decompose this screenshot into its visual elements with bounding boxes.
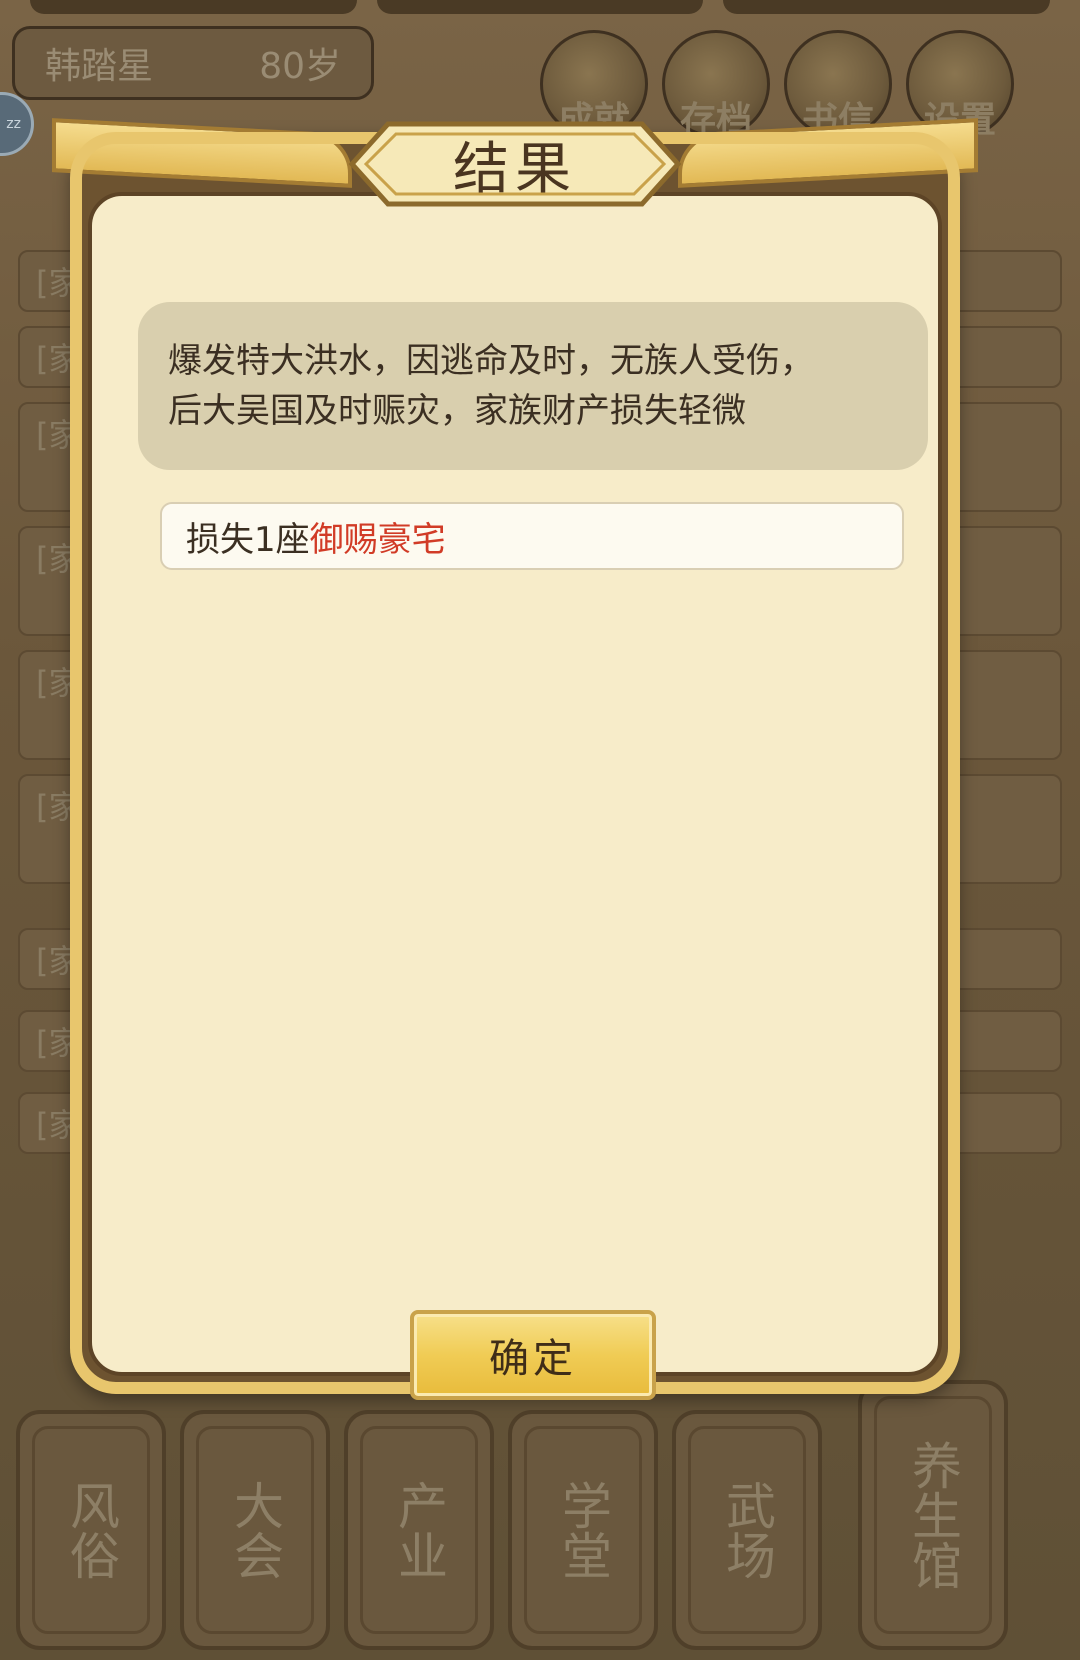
top-strip <box>0 0 1080 14</box>
dialog-body: 爆发特大洪水，因逃命及时，无族人受伤， 后大吴国及时赈灾，家族财产损失轻微 损失… <box>88 192 942 1400</box>
tab-school-label: 学堂 <box>554 1480 612 1580</box>
confirm-button-label: 确定 <box>489 1336 577 1382</box>
tab-health-hall[interactable]: 养生馆 <box>858 1380 1008 1650</box>
tab-customs-label: 风俗 <box>62 1480 120 1580</box>
tab-health-hall-label: 养生馆 <box>904 1440 962 1590</box>
event-description-line2: 后大吴国及时赈灾，家族财产损失轻微 <box>168 391 746 431</box>
tab-martial-arena-label: 武场 <box>718 1480 776 1580</box>
loss-result-highlight: 御赐豪宅 <box>309 519 446 560</box>
event-description: 爆发特大洪水，因逃命及时，无族人受伤， 后大吴国及时赈灾，家族财产损失轻微 <box>138 302 928 470</box>
tab-assembly-label: 大会 <box>226 1480 284 1580</box>
event-description-line1: 爆发特大洪水，因逃命及时，无族人受伤， <box>168 341 814 381</box>
tab-assembly[interactable]: 大会 <box>180 1410 330 1650</box>
dialog-title-plaque: 结果 <box>324 118 706 210</box>
player-name-plate: 韩踏星 80岁 <box>12 26 374 100</box>
tab-industry-label: 产业 <box>390 1480 448 1580</box>
player-age: 80岁 <box>259 46 341 87</box>
result-dialog: 爆发特大洪水，因逃命及时，无族人受伤， 后大吴国及时赈灾，家族财产损失轻微 损失… <box>52 118 978 1400</box>
loss-result-item: 损失1座 御赐豪宅 <box>160 502 904 570</box>
sleep-icon[interactable]: zz <box>0 92 34 156</box>
tab-customs[interactable]: 风俗 <box>16 1410 166 1650</box>
player-name: 韩踏星 <box>45 46 154 87</box>
letter-button[interactable]: 书信 <box>784 30 892 141</box>
dialog-title: 结果 <box>453 136 577 202</box>
tab-industry[interactable]: 产业 <box>344 1410 494 1650</box>
tab-school[interactable]: 学堂 <box>508 1410 658 1650</box>
confirm-button[interactable]: 确定 <box>410 1310 656 1400</box>
loss-result-prefix: 损失1座 <box>186 519 310 560</box>
tab-martial-arena[interactable]: 武场 <box>672 1410 822 1650</box>
